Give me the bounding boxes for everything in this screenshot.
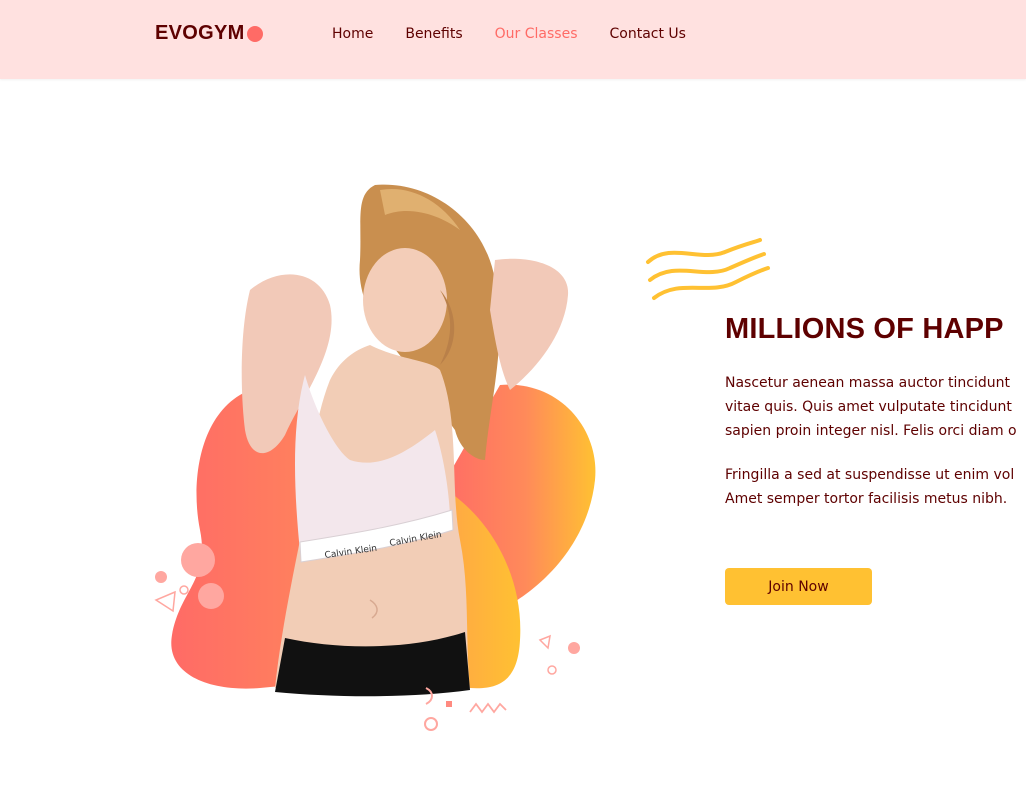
hero-paragraph-1-line-1: Nascetur aenean massa auctor tincidunt xyxy=(725,375,1011,391)
raised-arm xyxy=(490,258,569,390)
wavy-lines-decoration xyxy=(646,238,770,300)
face xyxy=(363,248,447,352)
join-now-button[interactable]: Join Now xyxy=(725,568,872,605)
navbar: EVOGYM Home Benefits Our Classes Contact… xyxy=(0,0,1026,79)
hero-heading: MILLIONS OF HAPP xyxy=(725,313,1004,345)
nav-link-contact-us[interactable]: Contact Us xyxy=(610,26,686,42)
logo-text: EVOGYM xyxy=(155,22,245,44)
hero-graphic: Calvin Klein Calvin Klein xyxy=(140,160,610,760)
hero-paragraph-1-line-3: sapien proin integer nisl. Felis orci di… xyxy=(725,423,1017,439)
hero-paragraph-2: Fringilla a sed at suspendisse ut enim v… xyxy=(725,463,1026,511)
nav-link-our-classes[interactable]: Our Classes xyxy=(495,26,578,42)
nav-links: Home Benefits Our Classes Contact Us xyxy=(332,26,686,42)
hero-paragraph-2-line-2: Amet semper tortor facilisis metus nibh. xyxy=(725,491,1008,507)
hero-paragraph-2-line-1: Fringilla a sed at suspendisse ut enim v… xyxy=(725,467,1015,483)
hero-paragraph-1: Nascetur aenean massa auctor tincidunt v… xyxy=(725,371,1026,443)
nav-link-home[interactable]: Home xyxy=(332,26,373,42)
logo[interactable]: EVOGYM xyxy=(155,22,263,45)
hero-image: Calvin Klein Calvin Klein xyxy=(154,184,596,731)
hero-paragraph-1-line-2: vitae quis. Quis amet vulputate tincidun… xyxy=(725,399,1012,415)
logo-dot-icon xyxy=(246,25,263,42)
nav-link-benefits[interactable]: Benefits xyxy=(405,26,462,42)
